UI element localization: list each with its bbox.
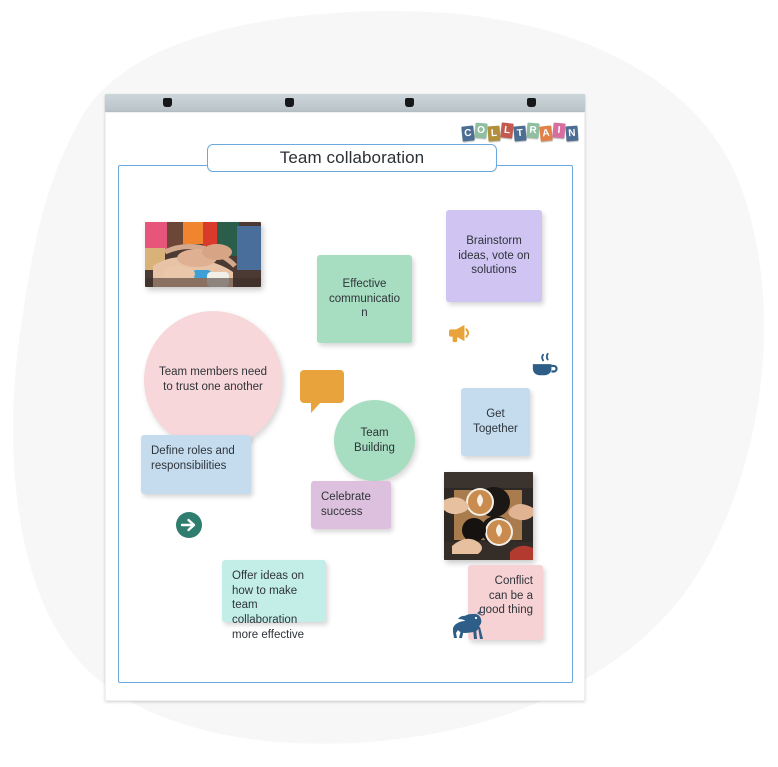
sticky-circle-team-building[interactable]: Team Building (334, 400, 415, 481)
hands-together-photo[interactable] (145, 222, 261, 287)
sticky-note-define-roles[interactable]: Define roles and responsibilities (141, 435, 251, 494)
logo-tile-c: C (461, 125, 475, 142)
colltrain-logo[interactable]: C O L L T R A I N (461, 122, 579, 142)
flipchart: C O L L T R A I N Team collaboration Tea… (105, 94, 585, 701)
coffee-cup-icon[interactable] (530, 352, 558, 378)
logo-tile-r: R (526, 122, 540, 139)
sticky-circle-team-trust[interactable]: Team members need to trust one another (144, 311, 282, 449)
board-title-chip[interactable]: Team collaboration (207, 144, 497, 172)
sticky-note-brainstorm-ideas-text: Brainstorm ideas, vote on solutions (458, 234, 530, 277)
sticky-note-offer-ideas[interactable]: Offer ideas on how to make team collabor… (222, 560, 326, 641)
arrow-right-circle-icon[interactable] (175, 511, 203, 539)
flipchart-clip (405, 98, 414, 107)
flipchart-clamp-bar (105, 94, 585, 112)
sticky-circle-team-building-text: Team Building (354, 426, 395, 454)
sticky-note-define-roles-text: Define roles and responsibilities (151, 445, 235, 472)
speech-bubble-icon[interactable] (299, 369, 345, 414)
flipchart-clip (163, 98, 172, 107)
sticky-note-effective-communication-text: Effective communication (329, 277, 400, 320)
logo-tile-a: A (539, 125, 553, 142)
coffee-cheers-photo[interactable] (444, 472, 533, 560)
flipchart-paper: C O L L T R A I N Team collaboration Tea… (105, 112, 585, 701)
sticky-note-celebrate-success[interactable]: Celebrate success (311, 481, 391, 529)
sticky-note-effective-communication[interactable]: Effective communication (317, 255, 412, 343)
sticky-circle-team-trust-text: Team members need to trust one another (158, 366, 268, 393)
flipchart-clip (527, 98, 536, 107)
logo-tile-i: I (552, 122, 566, 139)
logo-tile-o: O (474, 122, 488, 139)
sticky-note-celebrate-success-text: Celebrate success (321, 491, 371, 518)
sticky-note-offer-ideas-text: Offer ideas on how to make team collabor… (232, 570, 305, 641)
unicorn-icon[interactable] (453, 610, 487, 640)
logo-tile-l2: L (500, 122, 514, 139)
sticky-note-get-together[interactable]: Get Together (461, 388, 530, 456)
sticky-note-brainstorm-ideas[interactable]: Brainstorm ideas, vote on solutions (446, 210, 542, 302)
logo-tile-t: T (513, 125, 527, 142)
board-canvas[interactable]: Team collaboration Team members need to … (118, 144, 573, 683)
logo-tile-l1: L (487, 125, 501, 142)
megaphone-icon[interactable] (448, 323, 470, 343)
logo-tile-n: N (565, 125, 579, 142)
sticky-note-get-together-text: Get Together (473, 408, 518, 435)
screenshot-stage: C O L L T R A I N Team collaboration Tea… (0, 0, 778, 767)
flipchart-clip (285, 98, 294, 107)
board-title-text: Team collaboration (279, 148, 425, 167)
